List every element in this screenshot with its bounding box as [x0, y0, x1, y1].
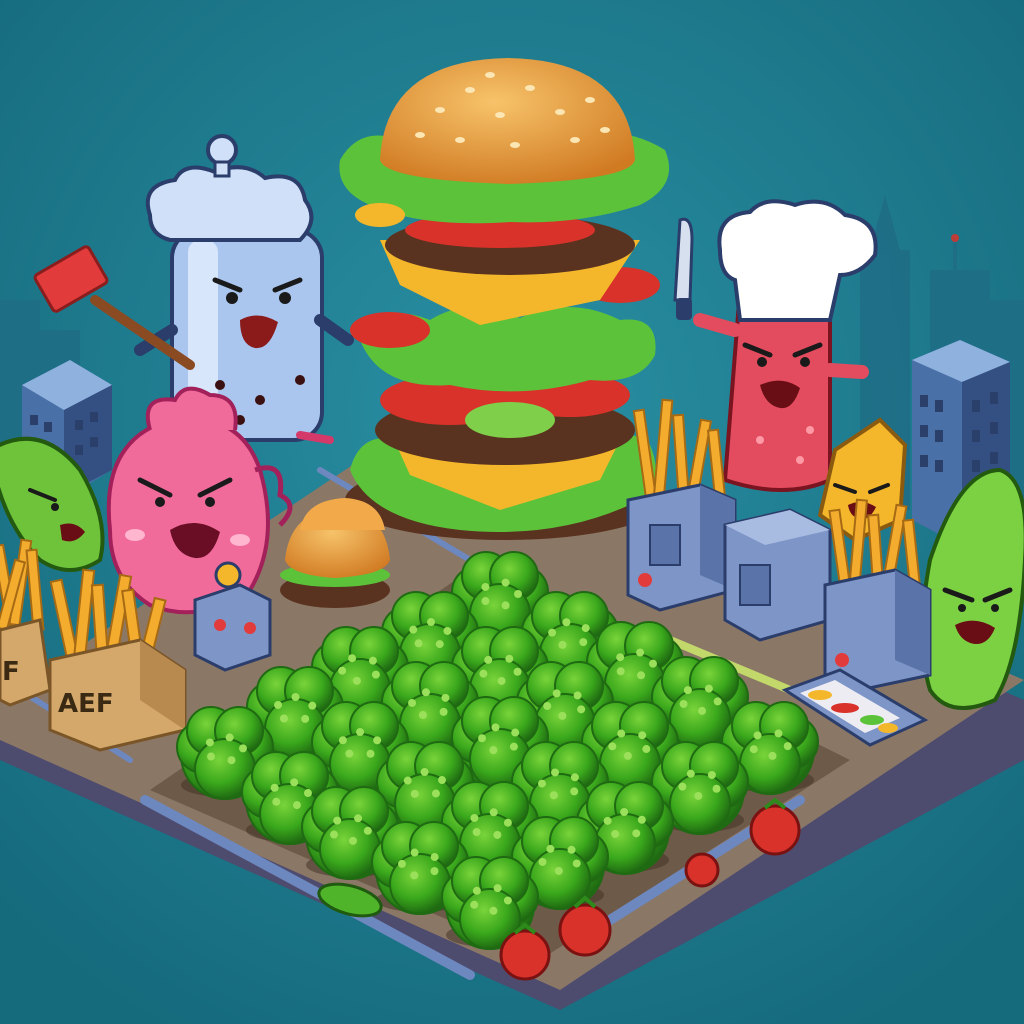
cherry-tomato-4[interactable] [684, 852, 720, 888]
fry-machine-1[interactable] [626, 398, 737, 612]
fry-machine-3[interactable] [823, 498, 932, 692]
burger-tomato-mid [350, 312, 430, 348]
game-scene: F AEF [0, 0, 1024, 1024]
crate-label-left: F [2, 657, 20, 687]
crate-label-right: AEF [58, 689, 114, 719]
burger-pickle [465, 402, 555, 438]
fry-machine-2[interactable] [723, 508, 832, 642]
burger-cheese-tab [355, 203, 405, 227]
